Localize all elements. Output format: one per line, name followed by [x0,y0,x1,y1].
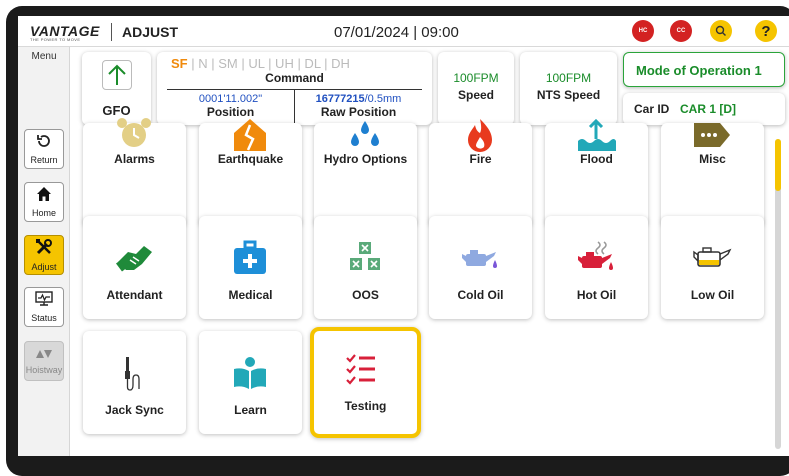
vantage-logo: VANTAGE THE POWER TO MOVE [30,23,99,43]
top-bar: VANTAGE THE POWER TO MOVE ADJUST 07/01/2… [18,16,789,47]
tile-label: Medical [228,288,273,302]
menu-status-label: Status [31,313,57,323]
handshake-icon [114,240,154,276]
tile-label: Learn [234,403,267,417]
oos-boxes-icon [345,240,385,276]
tile-label: OOS [352,288,379,302]
tools-icon [35,238,53,260]
tile-label: Jack Sync [105,403,164,417]
scrollbar-thumb[interactable] [775,139,781,191]
gfo-card[interactable]: GFO [82,52,151,125]
command-modes: SF | N | SM | UL | UH | DL | DH [171,56,350,71]
flood-icon [576,117,616,153]
nts-speed-card: 100FPM NTS Speed [520,52,617,125]
other-command-modes: | N | SM | UL | UH | DL | DH [187,56,350,71]
tile-label: Testing [344,399,387,413]
menu-adjust-button[interactable]: Adjust [24,235,64,275]
home-icon [36,186,52,206]
breadcrumb: ADJUST [122,24,179,40]
command-label: Command [265,71,324,85]
droplets-icon [345,117,385,153]
menu-return-button[interactable]: Return [24,129,64,169]
menu-adjust-label: Adjust [31,262,57,272]
tag-icon [692,117,732,153]
position-value: 0001'11.002" [198,93,263,105]
menu-home-button[interactable]: Home [24,182,64,222]
low-oil-can-icon [692,240,732,276]
help-icon[interactable]: ? [755,20,777,42]
menu-hoistway-label: Hoistway [25,365,63,375]
monitor-icon [35,291,53,311]
hc-label: HC [638,28,648,34]
tile-hot-oil[interactable]: Hot Oil [545,216,648,319]
tile-label: Alarms [114,152,155,166]
checklist-icon [341,351,381,387]
command-card: SF | N | SM | UL | UH | DL | DH Command … [157,52,432,125]
tile-low-oil[interactable]: Low Oil [661,216,764,319]
tile-medical[interactable]: Medical [199,216,302,319]
tile-label: Cold Oil [457,288,504,302]
tile-misc[interactable]: Misc [661,123,764,226]
oil-can-icon [460,240,500,276]
tile-fire[interactable]: Fire [429,119,532,226]
cc-label: CC [676,28,686,34]
tile-label: Fire [469,152,492,166]
tile-label: Hydro Options [323,152,408,166]
tile-oos[interactable]: OOS [314,216,417,319]
screen: VANTAGE THE POWER TO MOVE ADJUST 07/01/2… [18,16,789,456]
tile-label: Attendant [106,288,163,302]
tile-label: Low Oil [690,288,735,302]
tile-alarms[interactable]: Alarms [83,118,186,226]
speed-value: 100FPM [453,71,499,85]
speed-label: Speed [457,88,494,102]
help-label: ? [761,22,771,40]
menu-status-button[interactable]: Status [24,287,64,327]
menu-home-label: Home [31,208,56,218]
up-arrow-icon [102,60,132,90]
tile-attendant[interactable]: Attendant [83,216,186,319]
fire-icon [460,117,500,153]
car-id-label: Car ID [634,102,670,116]
hoistway-icon [35,347,53,363]
tile-testing[interactable]: Testing [310,327,421,438]
nts-speed-value: 100FPM [545,71,592,85]
side-menu: Menu Return Home Adjust Status Hoistway [18,47,70,456]
header-divider [111,23,112,41]
menu-hoistway-button[interactable]: Hoistway [24,341,64,381]
tile-label: Earthquake [217,152,284,166]
menu-title: Menu [31,51,57,62]
mode-of-operation-button[interactable]: Mode of Operation 1 [623,52,785,87]
tile-hydro-options[interactable]: Hydro Options [314,121,417,226]
alarm-clock-icon [114,117,154,153]
nts-speed-label: NTS Speed [536,88,601,102]
car-id-value: CAR 1 [D] [680,102,736,116]
search-icon[interactable] [710,20,732,42]
active-command-mode: SF [171,56,188,71]
hall-call-lock-icon[interactable]: HC [632,20,654,42]
return-icon [36,133,52,153]
tile-cold-oil[interactable]: Cold Oil [429,216,532,319]
raw-position-value: 16777215/0.5mm [295,93,422,105]
hot-oil-can-icon [576,240,616,276]
medical-kit-icon [230,240,270,276]
tile-label: Misc [699,152,726,166]
earthquake-icon [230,117,270,153]
car-call-lock-icon[interactable]: CC [670,20,692,42]
tile-label: Hot Oil [576,288,617,302]
raw-position-resolution: /0.5mm [364,93,402,105]
jack-icon [114,355,154,391]
brand-tagline: THE POWER TO MOVE [30,37,81,42]
raw-position-counts: 16777215 [315,93,365,105]
tile-label: Flood [580,152,613,166]
speed-card: 100FPM Speed [438,52,514,125]
menu-return-label: Return [30,155,58,165]
tile-earthquake[interactable]: Earthquake [199,119,302,226]
tile-jack-sync[interactable]: Jack Sync [83,331,186,434]
mode-of-operation-label: Mode of Operation 1 [636,63,762,78]
gfo-label: GFO [102,103,131,118]
tile-flood[interactable]: Flood [545,118,648,226]
date-time: 07/01/2024 | 09:00 [334,24,459,41]
reader-icon [230,355,270,391]
tile-learn[interactable]: Learn [199,331,302,434]
